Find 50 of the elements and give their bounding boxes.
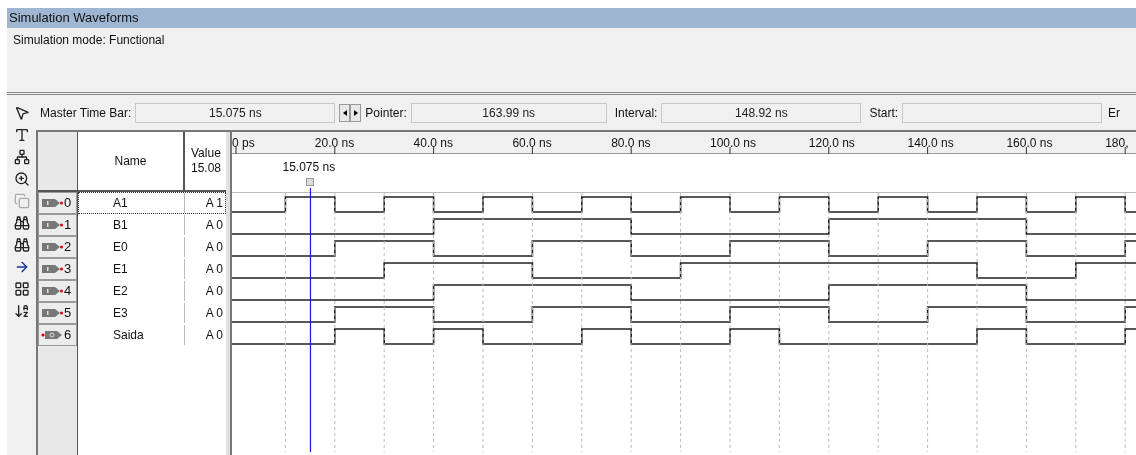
signal-name: Saida (79, 325, 185, 345)
time-tick-label: 80.0 ns (611, 135, 651, 152)
signal-index: 3 (38, 258, 77, 280)
time-tick-label: 120.0 ns (808, 135, 855, 152)
signal-index: 1 (38, 214, 77, 236)
time-tick-label: 0 ps (232, 135, 255, 152)
time-tick-label: 180, (1105, 135, 1129, 152)
pointer-label: Pointer: (365, 105, 407, 122)
signal-name: B1 (79, 215, 185, 235)
signal-name: A1 (79, 193, 185, 213)
time-tick-label: 60.0 ns (512, 135, 552, 152)
signal-name: E0 (79, 237, 185, 257)
signal-value: A 0 (204, 261, 224, 278)
signal-value: A 0 (204, 239, 224, 256)
signal-name: E3 (79, 303, 185, 323)
end-label: Er (1108, 105, 1121, 122)
mode-label: Simulation mode: Functional (13, 33, 165, 47)
start-label: Start: (869, 105, 899, 122)
time-tick-label: 20.0 ns (314, 135, 355, 152)
signal-row[interactable]: E2 A 0 (78, 280, 226, 302)
signal-value: A 1 (204, 195, 224, 212)
time-tick-label: 100.0 ns (710, 135, 757, 152)
interval-field: 148.92 ns (661, 103, 862, 123)
signal-index: 4 (38, 280, 77, 302)
signal-row[interactable]: E1 A 0 (78, 258, 226, 280)
signal-row[interactable]: E3 A 0 (78, 302, 226, 324)
master-time-bar-label: Master Time Bar: (40, 105, 132, 122)
time-tick-label: 140.0 ns (907, 135, 954, 152)
cursor-time-label: 15.075 ns (282, 159, 336, 176)
signal-index: 2 (38, 236, 77, 258)
signal-index: 5 (38, 302, 77, 324)
name-column-header: Name (78, 132, 185, 190)
signal-value: A 0 (204, 217, 224, 234)
signal-value: A 0 (204, 283, 224, 300)
signal-name: E2 (79, 281, 185, 301)
signal-row[interactable]: B1 A 0 (78, 214, 226, 236)
signal-value: A 0 (204, 327, 224, 344)
signal-row[interactable]: E0 A 0 (78, 236, 226, 258)
time-tick-label: 40.0 ns (413, 135, 453, 152)
signal-value: A 0 (204, 305, 224, 322)
signal-index: 0 (38, 192, 77, 214)
signal-index: 6 (38, 324, 77, 346)
pointer-field: 163.99 ns (410, 103, 607, 123)
signal-name: E1 (79, 259, 185, 279)
time-tick-label: 160.0 ns (1006, 135, 1053, 152)
interval-label: Interval: (614, 105, 658, 122)
master-time-bar-field[interactable]: 15.075 ns (135, 103, 336, 123)
value-column-header: Value 15.08 (190, 145, 223, 177)
signal-row[interactable]: Saida A 0 (78, 324, 226, 346)
window-title: Simulation Waveforms (7, 8, 1136, 28)
